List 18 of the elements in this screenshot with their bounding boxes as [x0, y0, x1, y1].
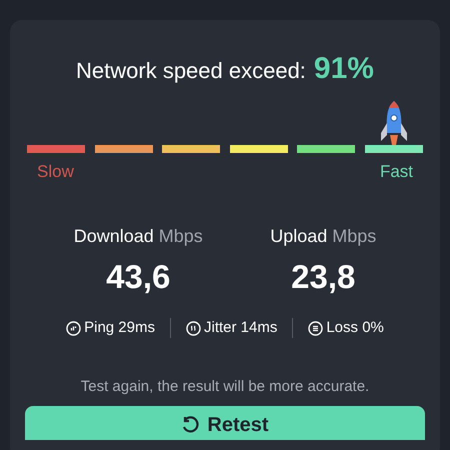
speed-label: Download Mbps [74, 224, 203, 248]
bars-icon [66, 320, 82, 336]
speed-value: 23,8 [291, 256, 356, 296]
stat-text: Jitter 14ms [204, 318, 278, 338]
refresh-icon [181, 416, 200, 434]
speed-label: Upload Mbps [270, 224, 376, 248]
slow-label: Slow [37, 161, 74, 183]
speed-value: 43,6 [106, 256, 170, 296]
retest-button[interactable]: Retest [25, 406, 425, 440]
stat-text: Loss 0% [326, 318, 384, 338]
rocket-icon [379, 101, 409, 145]
fast-label: Fast [380, 161, 413, 183]
stat-text: Ping 29ms [84, 318, 155, 338]
hint-text: Test again, the result will be more accurate. [80, 376, 370, 396]
percent-value: 91% [314, 51, 374, 87]
lines-icon [308, 320, 324, 336]
headline-text: Network speed exceed: [76, 57, 306, 85]
wave-icon [186, 320, 201, 336]
